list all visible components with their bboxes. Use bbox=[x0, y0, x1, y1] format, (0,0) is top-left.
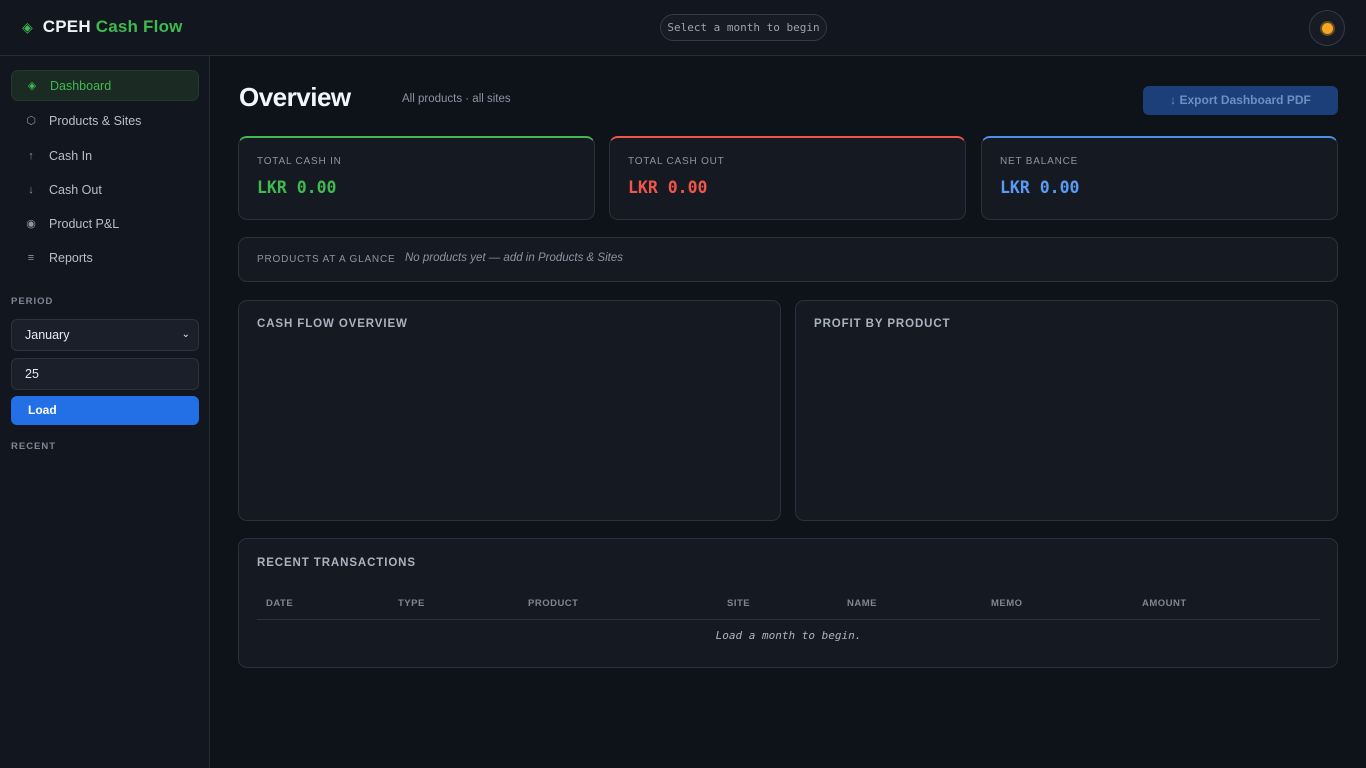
sidebar-item-reports[interactable]: ≡ Reports bbox=[11, 242, 199, 273]
sidebar-item-dashboard[interactable]: ◈ Dashboard bbox=[11, 70, 199, 101]
year-input-value: 25 bbox=[25, 367, 39, 381]
sidebar-item-label: Cash Out bbox=[49, 182, 102, 197]
sidebar-item-label: Reports bbox=[49, 250, 93, 265]
stat-value: LKR 0.00 bbox=[257, 178, 337, 197]
column-header-amount[interactable]: AMOUNT bbox=[1142, 598, 1187, 609]
column-header-product[interactable]: PRODUCT bbox=[528, 598, 578, 609]
brand[interactable]: ◈ CPEH Cash Flow bbox=[22, 17, 183, 37]
net-balance-card: NET BALANCE LKR 0.00 bbox=[981, 136, 1338, 220]
brand-part-1: CPEH bbox=[42, 17, 91, 36]
sidebar: ◈ Dashboard ⬡ Products & Sites ↑ Cash In… bbox=[0, 56, 210, 768]
sidebar-item-cash-out[interactable]: ↓ Cash Out bbox=[11, 174, 199, 205]
month-select[interactable]: January ⌄ bbox=[11, 319, 199, 351]
hexagon-icon: ⬡ bbox=[26, 115, 36, 127]
top-bar: ◈ CPEH Cash Flow Select a month to begin bbox=[0, 0, 1366, 56]
products-at-a-glance: PRODUCTS AT A GLANCE No products yet — a… bbox=[238, 237, 1338, 282]
list-icon: ≡ bbox=[27, 251, 35, 264]
year-input[interactable]: 25 bbox=[11, 358, 199, 390]
page-subtitle: All products · all sites bbox=[402, 93, 511, 105]
column-header-memo[interactable]: MEMO bbox=[991, 598, 1023, 609]
brand-name: CPEH Cash Flow bbox=[43, 17, 183, 37]
diamond-logo-icon: ◈ bbox=[22, 19, 33, 35]
page-title: Overview bbox=[239, 82, 351, 112]
period-label: PERIOD bbox=[11, 296, 54, 307]
stat-value: LKR 0.00 bbox=[628, 178, 708, 197]
total-cash-out-card: TOTAL CASH OUT LKR 0.00 bbox=[609, 136, 966, 220]
arrow-down-icon: ↓ bbox=[28, 183, 34, 196]
sidebar-item-label: Cash In bbox=[49, 148, 93, 163]
brand-part-2: Cash Flow bbox=[95, 17, 183, 36]
total-cash-in-card: TOTAL CASH IN LKR 0.00 bbox=[238, 136, 595, 220]
glance-empty-text: No products yet — add in Products & Site… bbox=[405, 252, 623, 264]
sidebar-item-products-sites[interactable]: ⬡ Products & Sites bbox=[11, 105, 199, 136]
sidebar-item-product-pl[interactable]: ◉ Product P&L bbox=[11, 208, 199, 239]
sidebar-item-label: Products & Sites bbox=[49, 113, 142, 128]
stat-label: TOTAL CASH IN bbox=[257, 156, 342, 167]
glance-label: PRODUCTS AT A GLANCE bbox=[257, 254, 396, 265]
panel-title: RECENT TRANSACTIONS bbox=[257, 557, 416, 569]
sidebar-item-label: Product P&L bbox=[49, 216, 120, 231]
target-icon: ◉ bbox=[26, 218, 36, 230]
column-header-type[interactable]: TYPE bbox=[398, 598, 425, 609]
column-header-date[interactable]: DATE bbox=[266, 598, 293, 609]
recent-transactions-panel: RECENT TRANSACTIONS DATE TYPE PRODUCT SI… bbox=[238, 538, 1338, 668]
table-divider bbox=[257, 619, 1320, 620]
panel-title: PROFIT BY PRODUCT bbox=[814, 318, 951, 330]
stat-value: LKR 0.00 bbox=[1000, 178, 1080, 197]
month-select-value: January bbox=[25, 328, 70, 342]
stat-label: TOTAL CASH OUT bbox=[628, 156, 725, 167]
recent-label: RECENT bbox=[11, 441, 57, 452]
sidebar-item-label: Dashboard bbox=[50, 78, 112, 93]
month-status-pill[interactable]: Select a month to begin bbox=[660, 14, 827, 41]
sun-icon bbox=[1321, 22, 1333, 34]
chevron-down-icon: ⌄ bbox=[181, 329, 190, 340]
column-header-site[interactable]: SITE bbox=[727, 598, 750, 609]
arrow-up-icon: ↑ bbox=[28, 149, 34, 162]
cash-flow-overview-panel: CASH FLOW OVERVIEW bbox=[238, 300, 781, 521]
load-button[interactable]: Load bbox=[11, 396, 199, 425]
export-dashboard-pdf-button[interactable]: ↓ Export Dashboard PDF bbox=[1143, 86, 1338, 115]
theme-toggle-button[interactable] bbox=[1309, 10, 1345, 46]
panel-title: CASH FLOW OVERVIEW bbox=[257, 318, 408, 330]
profit-by-product-panel: PROFIT BY PRODUCT bbox=[795, 300, 1338, 521]
diamond-icon: ◈ bbox=[27, 80, 37, 92]
column-header-name[interactable]: NAME bbox=[847, 598, 877, 609]
table-empty-row: Load a month to begin. bbox=[715, 629, 862, 642]
sidebar-item-cash-in[interactable]: ↑ Cash In bbox=[11, 140, 199, 171]
stat-label: NET BALANCE bbox=[1000, 156, 1079, 167]
